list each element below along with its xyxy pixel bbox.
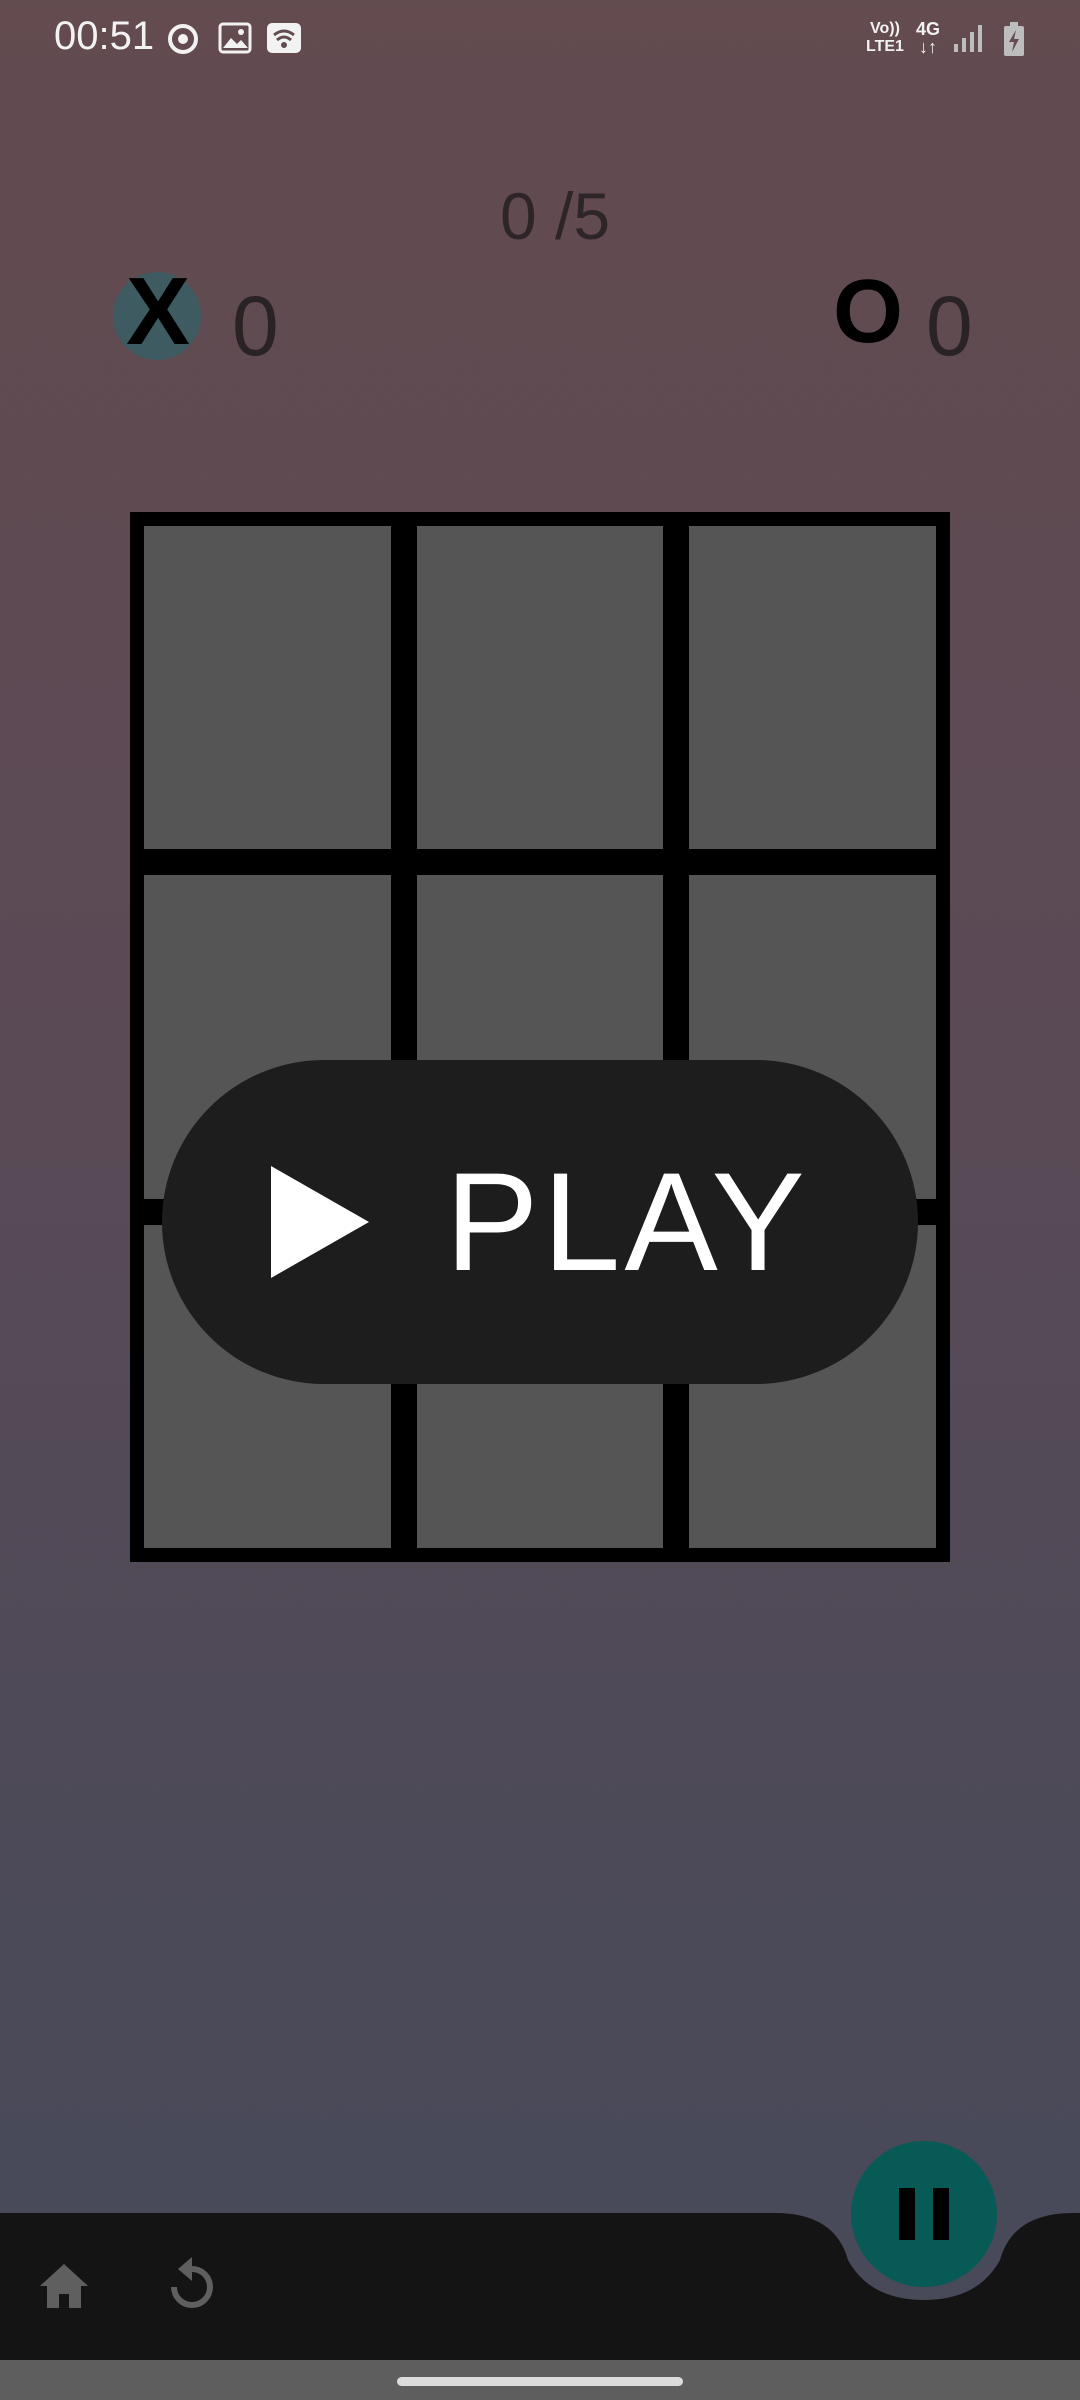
- play-button[interactable]: PLAY: [162, 1060, 918, 1384]
- image-icon: [218, 22, 252, 59]
- status-bar: 00:51 Vo)) LTE1 4G ↓↑: [0, 0, 1080, 80]
- signal-icon: [952, 22, 984, 59]
- home-icon: [40, 2264, 88, 2308]
- board-cell[interactable]: [689, 526, 936, 850]
- home-button[interactable]: [36, 2260, 92, 2312]
- pause-button[interactable]: [851, 2141, 997, 2287]
- wifi-icon: [266, 22, 302, 59]
- round-counter: 0 /5: [499, 179, 611, 253]
- board-cell[interactable]: [416, 526, 664, 850]
- player-x-score: 0: [232, 279, 279, 373]
- sync-icon: [166, 22, 200, 61]
- game-board: [130, 512, 950, 1562]
- status-time: 00:51: [54, 14, 155, 58]
- network-type: 4G ↓↑: [916, 19, 941, 57]
- player-o-score: 0: [926, 279, 973, 373]
- player-x-symbol: X: [125, 258, 191, 365]
- pause-icon: [899, 2188, 915, 2240]
- gesture-handle[interactable]: [397, 2377, 683, 2386]
- volte-indicator: Vo)) LTE1: [866, 20, 904, 55]
- refresh-icon: [171, 2257, 213, 2308]
- board-cell[interactable]: [144, 526, 391, 850]
- restart-button[interactable]: [164, 2255, 220, 2315]
- play-icon: [271, 1166, 370, 1278]
- player-o-symbol: O: [833, 262, 904, 362]
- battery-charging-icon: [1002, 22, 1026, 63]
- play-label: PLAY: [445, 1143, 809, 1300]
